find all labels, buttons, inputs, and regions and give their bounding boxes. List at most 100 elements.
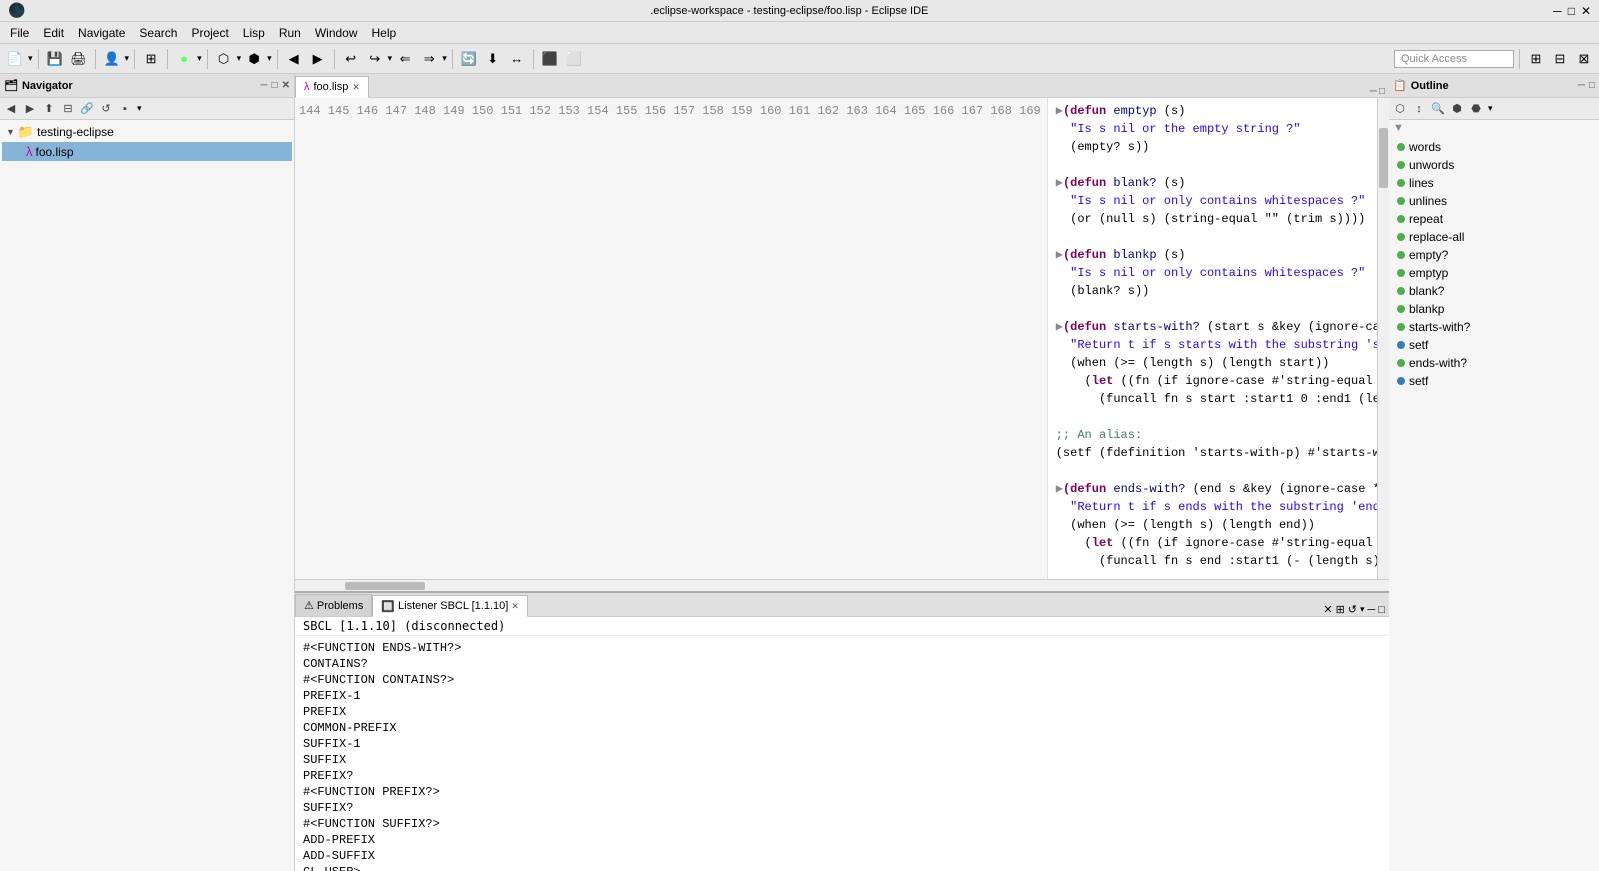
outline-item[interactable]: empty? [1393, 246, 1595, 264]
code-editor[interactable]: 144 145 146 147 148 149 150 151 152 153 … [295, 98, 1389, 579]
navigator-close[interactable]: ✕ [282, 80, 290, 91]
profile-button[interactable]: 👤 [101, 48, 123, 70]
nav-link-btn[interactable]: 🔗 [78, 100, 96, 118]
restore-button[interactable]: □ [1568, 4, 1575, 18]
listener-close[interactable]: ✕ [511, 601, 519, 612]
btn-t2[interactable]: ⬢ [243, 48, 265, 70]
listener-content[interactable]: #<FUNCTION ENDS-WITH?>CONTAINS?#<FUNCTIO… [295, 636, 1389, 871]
menu-navigate[interactable]: Navigate [72, 24, 131, 42]
btn-b-dd[interactable]: ▾ [388, 53, 393, 64]
menu-window[interactable]: Window [309, 24, 364, 42]
new-button[interactable]: 📄 [4, 48, 26, 70]
btn-h[interactable]: ⬛ [539, 48, 561, 70]
nav-back-btn[interactable]: ◀ [2, 100, 20, 118]
nav-fwd-btn[interactable]: ▶ [21, 100, 39, 118]
nav-filter-btn[interactable]: ▪ [116, 100, 134, 118]
sep4 [167, 49, 168, 69]
btn-i[interactable]: ⬜ [563, 48, 585, 70]
debug-button[interactable]: ● [173, 48, 195, 70]
code-content[interactable]: ▶(defun emptyp (s) "Is s nil or the empt… [1048, 98, 1377, 579]
perspective-list[interactable]: ⊟ [1549, 48, 1571, 70]
outline-minimize[interactable]: ─ [1578, 80, 1585, 91]
outline-item[interactable]: emptyp [1393, 264, 1595, 282]
listener-dropdown[interactable]: ▾ [1360, 604, 1365, 615]
tab-problems[interactable]: ⚠ Problems [295, 594, 372, 616]
nav-back[interactable]: ◀ [283, 48, 305, 70]
outline-sync[interactable]: ⬢ [1448, 100, 1466, 118]
listener-line: COMMON-PREFIX [303, 720, 1381, 736]
outline-item[interactable]: setf [1393, 336, 1595, 354]
outline-item[interactable]: unwords [1393, 156, 1595, 174]
outline-item[interactable]: starts-with? [1393, 318, 1595, 336]
editor-scrollbar[interactable] [1377, 98, 1389, 579]
outline-item[interactable]: replace-all [1393, 228, 1595, 246]
listener-maximize[interactable]: □ [1378, 604, 1385, 616]
menu-project[interactable]: Project [185, 24, 234, 42]
open-perspective[interactable]: ⊞ [1525, 48, 1547, 70]
outline-maximize[interactable]: □ [1589, 80, 1595, 91]
btn-t1[interactable]: ⬡ [213, 48, 235, 70]
outline-item-label: ends-with? [1409, 356, 1467, 370]
profile-dropdown[interactable]: ▾ [125, 53, 130, 64]
outline-dd[interactable]: ▾ [1488, 103, 1493, 114]
nav-more-btn[interactable]: ▾ [137, 103, 142, 114]
nav-refresh-btn[interactable]: ↺ [97, 100, 115, 118]
btn-e[interactable]: 🔄 [458, 48, 480, 70]
listener-minimize[interactable]: ─ [1368, 604, 1376, 616]
outline-item[interactable]: words [1393, 138, 1595, 156]
btn-g[interactable]: ↔ [506, 48, 528, 70]
save-button[interactable]: 💾 [44, 48, 66, 70]
tree-project[interactable]: ▼ 📁 testing-eclipse [2, 122, 292, 142]
outline-collapse[interactable]: ⬡ [1391, 100, 1409, 118]
outline-item[interactable]: ends-with? [1393, 354, 1595, 372]
listener-clear[interactable]: ⊞ [1336, 603, 1345, 616]
listener-stop[interactable]: ✕ [1323, 603, 1332, 616]
outline-item[interactable]: blankp [1393, 300, 1595, 318]
nav-fwd[interactable]: ▶ [307, 48, 329, 70]
menu-edit[interactable]: Edit [37, 24, 70, 42]
perspective-button[interactable]: ⊞ [140, 48, 162, 70]
outline-item[interactable]: lines [1393, 174, 1595, 192]
close-button[interactable]: ✕ [1581, 4, 1591, 18]
outline-filter[interactable]: 🔍 [1429, 100, 1447, 118]
outline-item[interactable]: unlines [1393, 192, 1595, 210]
listener-line: #<FUNCTION ENDS-WITH?> [303, 640, 1381, 656]
outline-item[interactable]: blank? [1393, 282, 1595, 300]
menu-file[interactable]: File [4, 24, 35, 42]
navigator-minimize[interactable]: ─ [260, 80, 267, 91]
nav-up-btn[interactable]: ⬆ [40, 100, 58, 118]
outline-more[interactable]: ⬣ [1467, 100, 1485, 118]
outline-item[interactable]: setf [1393, 372, 1595, 390]
new-dropdown[interactable]: ▾ [28, 53, 33, 64]
btn-f[interactable]: ⬇ [482, 48, 504, 70]
tab-close-btn[interactable]: ✕ [352, 82, 360, 93]
debug-dropdown[interactable]: ▾ [197, 53, 202, 64]
listener-restart[interactable]: ↺ [1348, 603, 1357, 616]
tree-file-foolisp[interactable]: λ foo.lisp [2, 142, 292, 161]
editor-hscrollbar[interactable] [295, 579, 1389, 591]
outline-sort[interactable]: ↕ [1410, 100, 1428, 118]
menu-lisp[interactable]: Lisp [237, 24, 271, 42]
menu-run[interactable]: Run [273, 24, 307, 42]
menu-help[interactable]: Help [366, 24, 403, 42]
tab-listener[interactable]: 🔲 Listener SBCL [1.1.10] ✕ [372, 595, 528, 617]
btn-a[interactable]: ↩ [340, 48, 362, 70]
print-button[interactable]: 🖨 [68, 48, 90, 70]
btn-c[interactable]: ⇐ [394, 48, 416, 70]
outline-item[interactable]: repeat [1393, 210, 1595, 228]
editor-maximize[interactable]: □ [1379, 86, 1385, 97]
menu-search[interactable]: Search [133, 24, 183, 42]
btn-t1-dd[interactable]: ▾ [237, 53, 242, 64]
outline-item-label: repeat [1409, 212, 1443, 226]
btn-b[interactable]: ↪ [364, 48, 386, 70]
btn-d[interactable]: ⇒ [418, 48, 440, 70]
btn-d-dd[interactable]: ▾ [442, 53, 447, 64]
tab-foolisp[interactable]: λ foo.lisp ✕ [295, 76, 369, 98]
navigator-maximize[interactable]: □ [272, 80, 278, 91]
nav-collapse-btn[interactable]: ⊟ [59, 100, 77, 118]
minimize-button[interactable]: ─ [1553, 4, 1562, 18]
quick-access-input[interactable]: Quick Access [1394, 50, 1514, 68]
btn-t2-dd[interactable]: ▾ [267, 53, 272, 64]
layout-btn[interactable]: ⊠ [1573, 48, 1595, 70]
editor-minimize[interactable]: ─ [1370, 86, 1377, 97]
